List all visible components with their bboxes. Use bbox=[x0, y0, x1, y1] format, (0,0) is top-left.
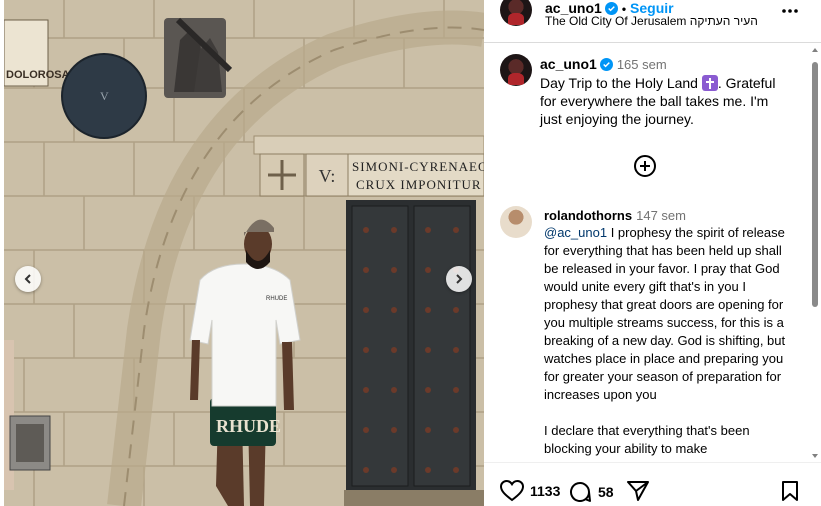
save-button[interactable] bbox=[780, 480, 800, 502]
add-comment-icon[interactable] bbox=[633, 154, 657, 178]
station-sign-line2: CRUX IMPONITUR bbox=[356, 177, 482, 192]
comment-button[interactable]: 58 bbox=[568, 480, 614, 504]
author-avatar[interactable] bbox=[500, 0, 532, 26]
share-icon bbox=[627, 481, 649, 501]
more-options-icon[interactable] bbox=[781, 2, 799, 20]
scrollbar-thumb[interactable] bbox=[812, 62, 818, 307]
share-button[interactable] bbox=[626, 480, 650, 502]
scroll-up-arrow[interactable] bbox=[812, 48, 818, 52]
comment-body: I prophesy the spirit of release for eve… bbox=[544, 225, 786, 402]
station-sign-line1: SIMONI-CYRENAEO bbox=[352, 159, 484, 174]
medallion-numeral: V bbox=[100, 89, 109, 103]
bookmark-icon bbox=[782, 481, 798, 501]
heart-icon bbox=[500, 480, 524, 502]
latin-cross-emoji bbox=[701, 75, 718, 91]
caption-avatar[interactable] bbox=[500, 54, 532, 86]
caption-username[interactable]: ac_uno1 bbox=[540, 56, 597, 72]
shorts-print: RHUDE bbox=[216, 416, 281, 436]
caption-time[interactable]: 165 sem bbox=[617, 57, 667, 72]
mention-link[interactable]: @ac_uno1 bbox=[544, 225, 607, 240]
caption-text-part1: Day Trip to the Holy Land bbox=[540, 75, 702, 91]
scrollbar[interactable] bbox=[811, 48, 819, 458]
comment-text: @ac_uno1 I prophesy the spirit of releas… bbox=[544, 224, 786, 458]
shirt-print: RHUDE bbox=[266, 296, 287, 302]
like-button[interactable]: 1133 bbox=[500, 480, 560, 502]
caption-text: Day Trip to the Holy Land . Grateful for… bbox=[540, 74, 785, 128]
like-count[interactable]: 1133 bbox=[530, 483, 560, 499]
street-sign: DOLOROSA bbox=[6, 69, 70, 81]
post-actions-bar: 1133 58 bbox=[484, 462, 821, 506]
verified-badge-icon bbox=[599, 58, 613, 71]
station-numeral: V: bbox=[319, 166, 336, 186]
photo-scene: V: SIMONI-CYRENAEO CRUX IMPONITUR DOLORO… bbox=[4, 0, 484, 506]
comment-body-continued: I declare that everything that's been bl… bbox=[544, 423, 750, 456]
comment-time[interactable]: 147 sem bbox=[636, 208, 686, 223]
post-sidebar: ac_uno1 • Seguir The Old City Of Jerusalem… bbox=[484, 0, 821, 506]
post-photo: V: SIMONI-CYRENAEO CRUX IMPONITUR DOLORO… bbox=[4, 0, 484, 506]
chevron-right-icon bbox=[456, 274, 463, 284]
chevron-left-icon bbox=[24, 274, 31, 284]
post-header: ac_uno1 • Seguir The Old City Of Jerusalem… bbox=[484, 0, 821, 43]
commenter-username[interactable]: rolandothorns bbox=[544, 208, 632, 223]
next-photo-button[interactable] bbox=[446, 266, 472, 292]
comment-user-line: rolandothorns 147 sem bbox=[544, 208, 686, 223]
bronze-relief bbox=[164, 17, 233, 98]
comments-scroll-area[interactable]: ac_uno1 165 sem Day Trip to the Holy Land… bbox=[484, 44, 821, 462]
commenter-avatar[interactable] bbox=[500, 206, 532, 238]
scroll-down-arrow[interactable] bbox=[812, 454, 818, 458]
caption-user-line: ac_uno1 165 sem bbox=[540, 56, 667, 72]
comment-count[interactable]: 58 bbox=[598, 484, 614, 500]
previous-photo-button[interactable] bbox=[15, 266, 41, 292]
comment-icon bbox=[570, 482, 591, 503]
location-link[interactable]: The Old City Of Jerusalem העיר העתיקה bbox=[545, 14, 758, 28]
